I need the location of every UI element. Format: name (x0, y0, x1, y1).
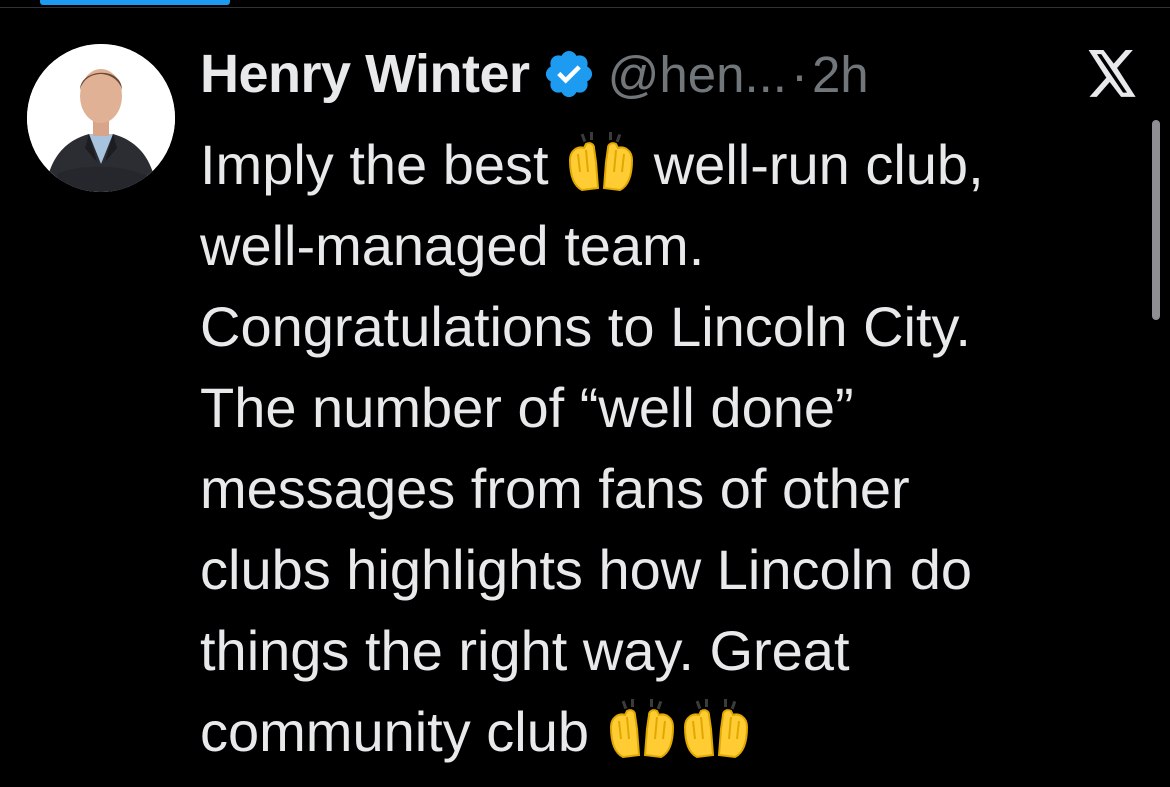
raising-hands-emoji-icon (605, 699, 679, 761)
scrollbar[interactable] (1152, 120, 1160, 320)
tweet-text: Imply the best well-run club, well-manag… (200, 124, 1130, 772)
tweet-line-1-end: well-run club, (638, 133, 984, 196)
tweet-line-3: Congratulations to Lincoln City. (200, 295, 971, 358)
author-display-name[interactable]: Henry Winter (200, 43, 530, 105)
x-logo-icon (1085, 50, 1139, 98)
raising-hands-emoji-icon (679, 699, 753, 761)
tweet-line-8: community club (200, 691, 1130, 772)
verified-badge-icon (542, 47, 596, 101)
tweet-line-1: Imply the best well-run club, (200, 124, 1130, 205)
tweet-header: Henry Winter @hen... · 2h (200, 40, 869, 108)
tweet-line-4: The number of “well done” (200, 376, 854, 439)
author-handle[interactable]: @hen... (608, 45, 787, 104)
tweet-line-8-start: community club (200, 700, 605, 763)
tweet-line-7: things the right way. Great (200, 619, 850, 682)
active-tab-indicator (40, 0, 230, 5)
tweet-line-5: messages from fans of other (200, 457, 910, 520)
top-divider (0, 7, 1170, 8)
raising-hands-emoji-icon (564, 132, 638, 194)
meta-separator: · (790, 45, 808, 103)
tweet-line-6: clubs highlights how Lincoln do (200, 538, 973, 601)
top-strip (0, 0, 1170, 8)
tweet-line-2: well-managed team. (200, 214, 705, 277)
avatar[interactable] (27, 44, 175, 192)
tweet-timestamp[interactable]: 2h (812, 45, 869, 104)
tweet-line-1-start: Imply the best (200, 133, 565, 196)
